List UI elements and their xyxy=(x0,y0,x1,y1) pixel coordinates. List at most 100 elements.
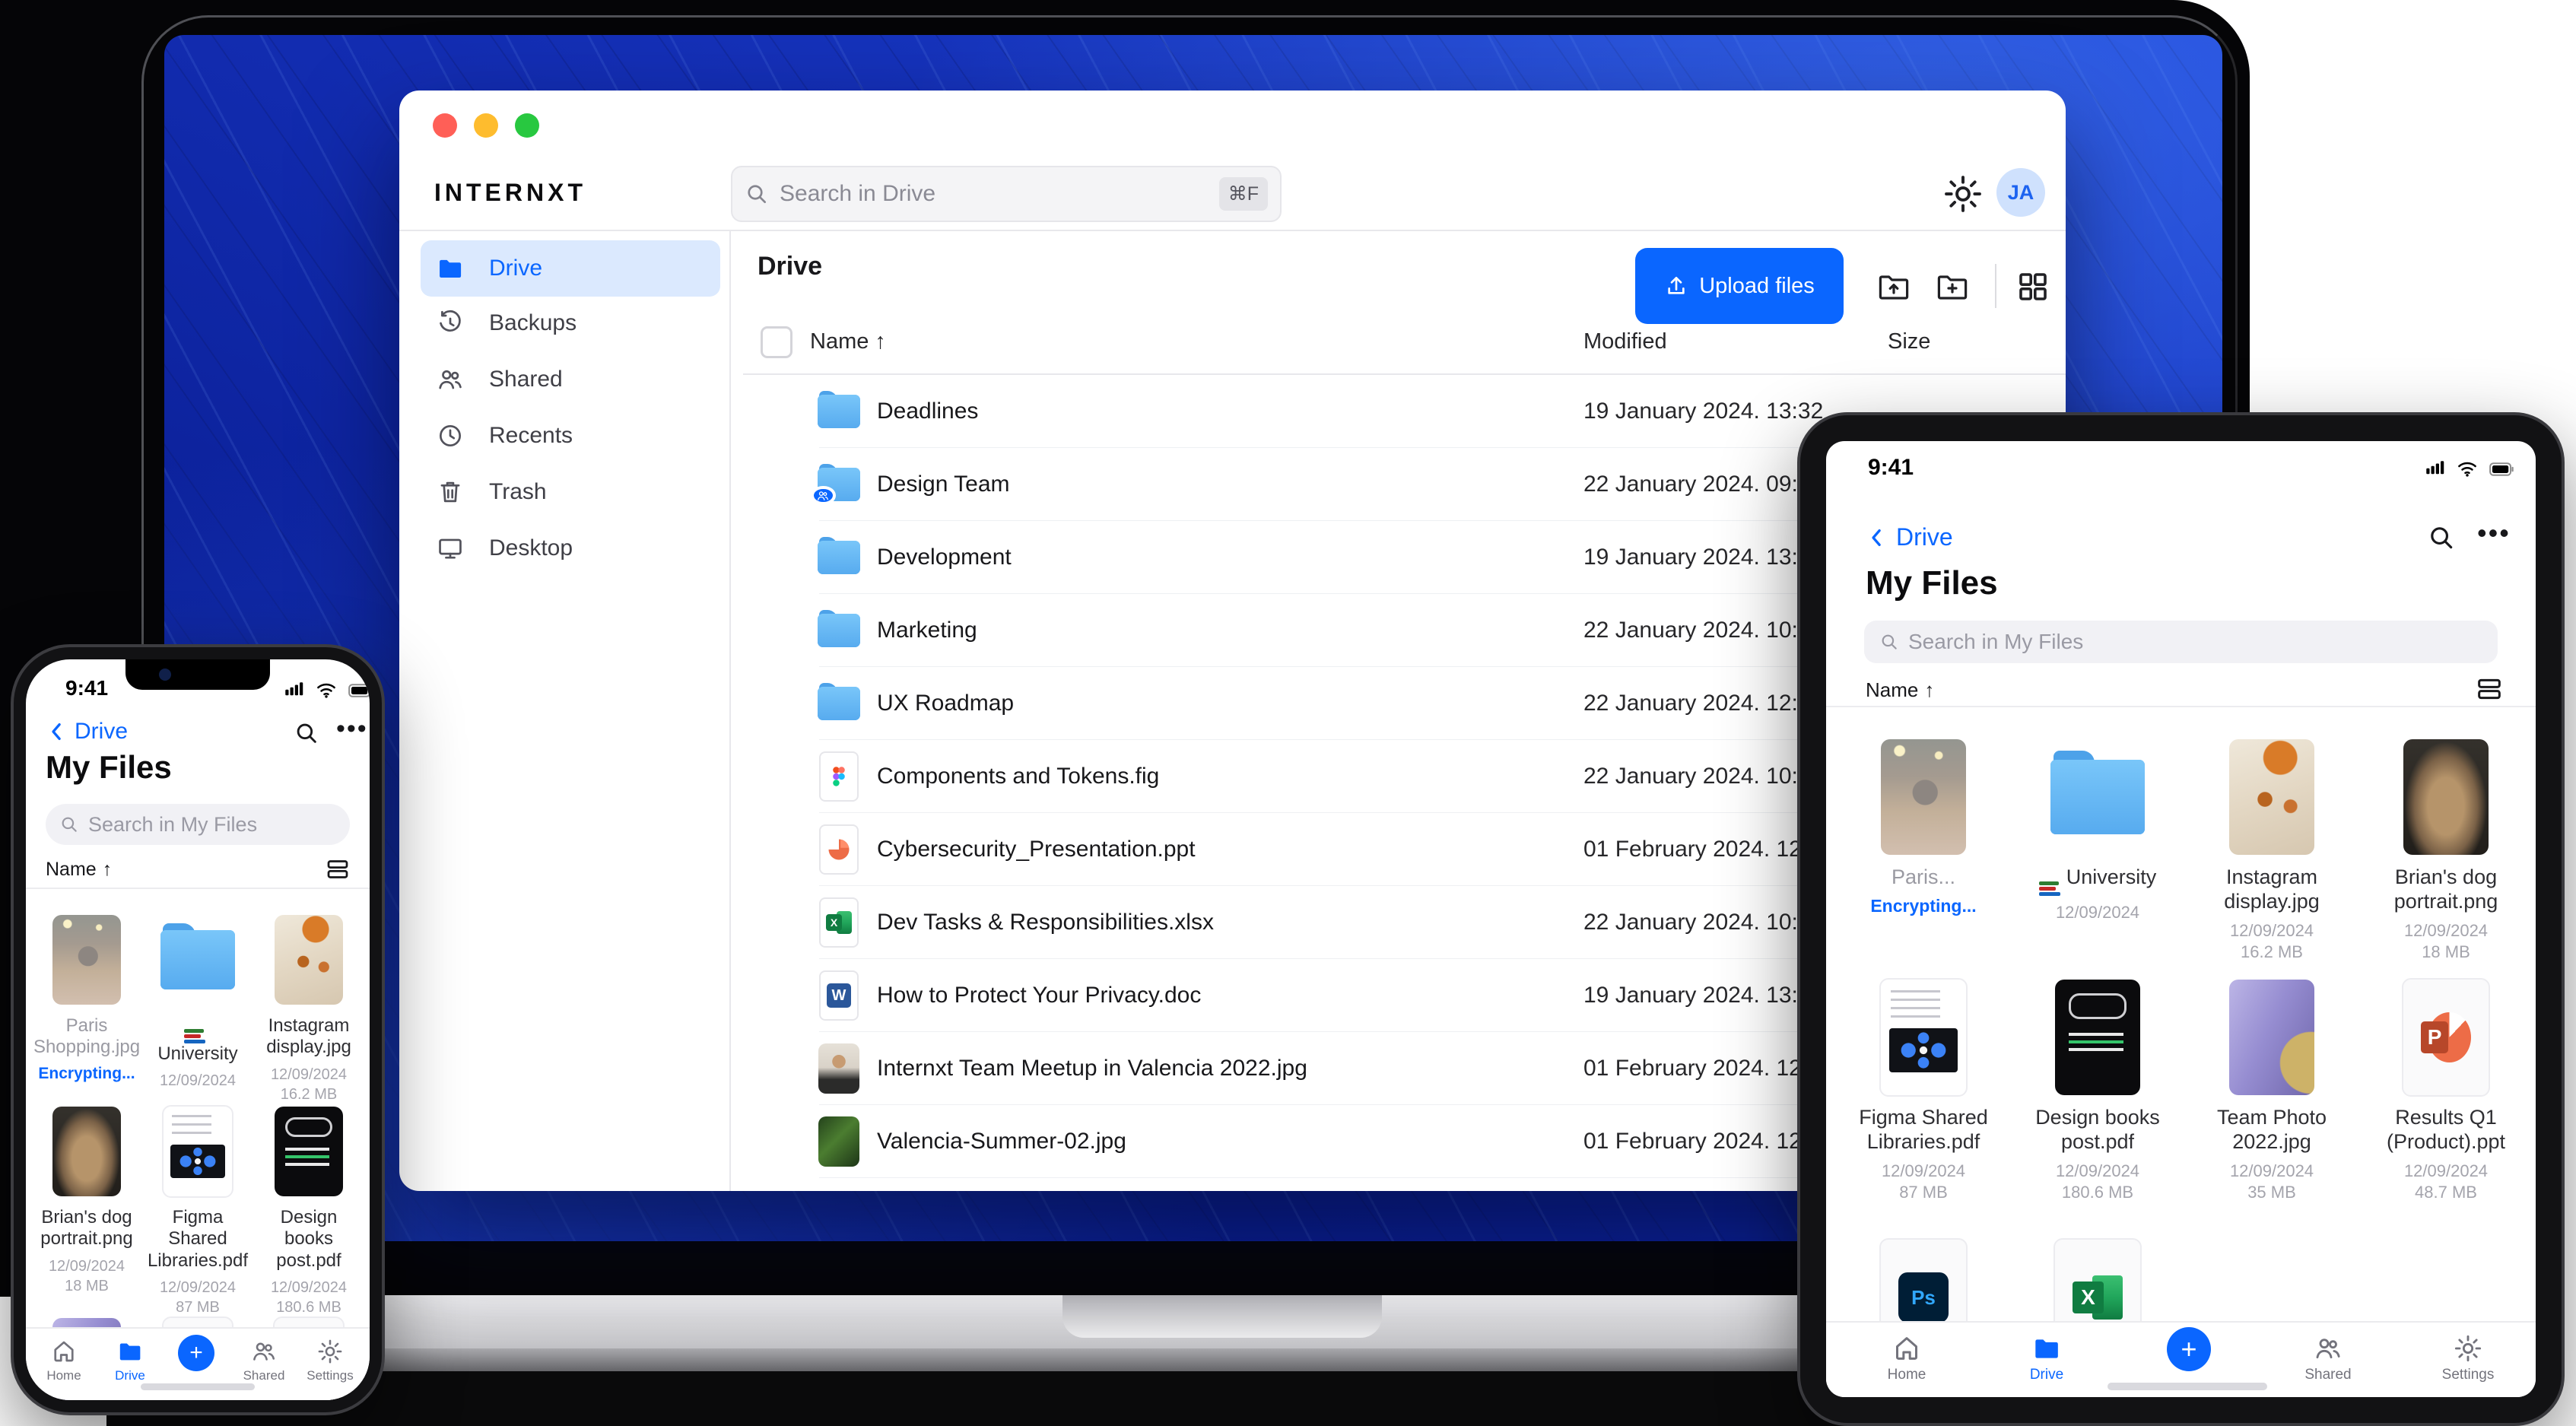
sidebar-item-desktop[interactable]: Desktop xyxy=(421,522,720,575)
file-modified: 22 January 2024. 10:08 xyxy=(1583,618,1824,643)
page-title: Drive xyxy=(758,252,823,281)
file-name: Instagram display.jpg xyxy=(2224,865,2320,913)
tab-label: Drive xyxy=(115,1368,145,1383)
folder-fill-icon xyxy=(116,1338,144,1365)
phone-screen: 9:41 Drive ••• My Files Search in My Fil… xyxy=(26,659,370,1400)
grid-item-brian-s-dog-portrait-png[interactable]: Brian's dog portrait.png 12/09/2024 18 MB xyxy=(34,1107,139,1296)
folder-icon xyxy=(818,390,860,428)
figma-icon xyxy=(833,767,845,786)
drive-search-input[interactable]: Search in Drive ⌘F xyxy=(731,166,1282,222)
list-view-toggle-icon[interactable] xyxy=(324,856,351,883)
file-meta: 12/09/2024 35 MB xyxy=(2229,1161,2314,1202)
grid-item-instagram-display-jpg[interactable]: Instagram display.jpg 12/09/2024 16.2 MB xyxy=(256,915,361,1104)
phone-page-title: My Files xyxy=(46,749,172,785)
add-file-fab[interactable]: + xyxy=(2167,1327,2211,1371)
tab-item-drive[interactable]: Drive xyxy=(84,1338,176,1383)
battery-icon xyxy=(2486,456,2517,482)
upload-files-button[interactable]: Upload files xyxy=(1635,248,1844,324)
tablet-status-icons xyxy=(2425,456,2517,482)
tab-item-settings[interactable]: Settings xyxy=(284,1338,370,1383)
phone-search-icon[interactable] xyxy=(294,720,319,746)
tablet-sort-control[interactable]: Name ↑ xyxy=(1866,678,1934,702)
folder-icon xyxy=(811,463,860,506)
add-file-fab[interactable]: + xyxy=(178,1335,214,1371)
column-header-name[interactable]: Name ↑ xyxy=(810,329,886,354)
column-header-size[interactable]: Size xyxy=(1888,329,1930,354)
phone-sort-control[interactable]: Name ↑ xyxy=(46,859,112,881)
sidebar-item-label: Drive xyxy=(489,256,543,281)
list-view-toggle-icon[interactable] xyxy=(2474,674,2505,704)
grid-item-design-books-post-pdf[interactable]: Design books post.pdf 12/09/2024 180.6 MB xyxy=(256,1107,361,1317)
grid-item-university[interactable]: University 12/09/2024 xyxy=(2019,739,2176,924)
file-meta: 12/09/2024 48.7 MB xyxy=(2403,1161,2489,1202)
sidebar-item-backups[interactable]: Backups xyxy=(421,297,720,350)
close-window-button[interactable] xyxy=(433,113,457,138)
upload-icon xyxy=(1664,274,1688,298)
window-controls xyxy=(433,113,539,138)
grid-item-team-photo-2022-jpg[interactable]: Team Photo 2022.jpg 12/09/2024 35 MB xyxy=(2193,980,2350,1204)
phone-more-menu-icon[interactable]: ••• xyxy=(336,714,368,744)
tab-label: Settings xyxy=(2441,1367,2495,1383)
file-thumbnail xyxy=(2229,739,2314,855)
sidebar-item-recents[interactable]: Recents xyxy=(421,409,720,462)
tab-item-settings[interactable]: Settings xyxy=(2422,1333,2514,1383)
file-modified: 19 January 2024. 13:25 xyxy=(1583,983,1824,1008)
grid-item-design-books-post-pdf[interactable]: Design books post.pdf 12/09/2024 180.6 MB xyxy=(2019,980,2176,1204)
phone-search-input[interactable]: Search in My Files xyxy=(46,804,350,845)
home-indicator[interactable] xyxy=(2107,1383,2267,1390)
encrypting-status: Encrypting... xyxy=(38,1064,135,1082)
wifi-icon xyxy=(2456,458,2479,481)
sidebar-item-trash[interactable]: Trash xyxy=(421,465,720,519)
avatar[interactable]: JA xyxy=(1996,168,2045,217)
file-meta: 12/09/2024 16.2 MB xyxy=(2229,920,2314,962)
folder-icon xyxy=(2050,751,2145,834)
file-thumbnail xyxy=(162,1105,233,1198)
tablet-more-menu-icon[interactable]: ••• xyxy=(2477,517,2511,549)
home-indicator[interactable] xyxy=(141,1383,255,1390)
sidebar-item-shared[interactable]: Shared xyxy=(421,353,720,406)
search-shortcut-badge: ⌘F xyxy=(1218,177,1268,211)
history-icon xyxy=(436,309,465,338)
new-folder-button[interactable] xyxy=(1934,268,1971,305)
sidebar-item-label: Trash xyxy=(489,479,547,504)
sidebar: DriveBackupsSharedRecentsTrashDesktop 2.… xyxy=(399,231,731,1191)
grid-item-figma-shared-libraries-pdf[interactable]: Figma Shared Libraries.pdf 12/09/2024 87 M… xyxy=(145,1105,250,1317)
file-name: Paris... xyxy=(1891,865,1956,888)
folder-icon xyxy=(818,605,860,656)
file-name: Design books post.pdf xyxy=(276,1207,341,1271)
select-all-checkbox[interactable] xyxy=(761,326,792,358)
grid-item-brian-s-dog-portrait-png[interactable]: Brian's dog portrait.png 12/09/2024 18 MB xyxy=(2368,739,2524,964)
grid-item-paris[interactable]: Paris... Encrypting... xyxy=(1845,739,2002,916)
search-icon xyxy=(59,815,79,834)
tab-label: Shared xyxy=(243,1368,285,1383)
folder-icon xyxy=(818,609,860,647)
grid-item-figma-shared-libraries-pdf[interactable]: Figma Shared Libraries.pdf 12/09/2024 87 M… xyxy=(1845,978,2002,1204)
grid-item-instagram-display-jpg[interactable]: Instagram display.jpg 12/09/2024 16.2 MB xyxy=(2193,739,2350,964)
grid-view-icon[interactable] xyxy=(2015,268,2051,305)
column-header-modified[interactable]: Modified xyxy=(1583,329,1667,354)
tab-item-shared[interactable]: Shared xyxy=(2282,1333,2374,1383)
tab-item-home[interactable]: Home xyxy=(1861,1333,1952,1383)
maximize-window-button[interactable] xyxy=(515,113,539,138)
file-name: Figma Shared Libraries.pdf xyxy=(1859,1106,1988,1153)
minimize-window-button[interactable] xyxy=(474,113,498,138)
shared-folder-badge-icon xyxy=(811,485,836,506)
tab-item-drive[interactable]: Drive xyxy=(2001,1333,2092,1383)
tablet-screen: 9:41 Drive ••• My Files Search in My Fil… xyxy=(1826,441,2536,1397)
tab-label: Drive xyxy=(2029,1367,2064,1383)
folder-icon xyxy=(160,923,235,989)
tablet-back-button[interactable]: Drive xyxy=(1866,523,1953,551)
grid-item-results-q1-product-ppt[interactable]: P Results Q1 (Product).ppt 12/09/2024 48.7 … xyxy=(2368,978,2524,1204)
wifi-icon xyxy=(315,679,338,702)
settings-gear-icon[interactable] xyxy=(1942,173,1984,215)
sidebar-item-drive[interactable]: Drive xyxy=(421,240,720,297)
tablet-device: 9:41 Drive ••• My Files Search in My Fil… xyxy=(1797,412,2565,1426)
tablet-search-input[interactable]: Search in My Files xyxy=(1864,621,2498,663)
tablet-search-icon[interactable] xyxy=(2427,523,2456,552)
phone-back-button[interactable]: Drive xyxy=(46,719,128,745)
grid-item-university[interactable]: University 12/09/2024 xyxy=(145,915,250,1091)
grid-item-paris-shopping-jpg[interactable]: Paris Shopping.jpg Encrypting... xyxy=(33,915,140,1083)
file-modified: 22 January 2024. 10:08 xyxy=(1583,910,1824,935)
upload-folder-button[interactable] xyxy=(1876,268,1912,305)
tab-label: Settings xyxy=(307,1368,354,1383)
